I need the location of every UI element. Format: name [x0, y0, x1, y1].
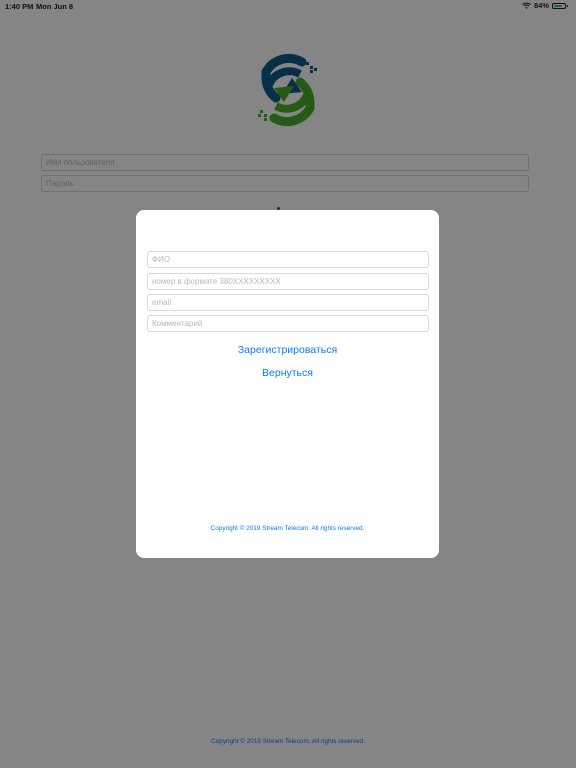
phone-field[interactable] [147, 273, 429, 290]
modal-footer-copyright: Copyright © 2019 Stream Telecom. All rig… [210, 525, 365, 532]
comment-field[interactable] [147, 315, 429, 332]
register-button[interactable]: Зарегистрироваться [136, 344, 439, 356]
email-field[interactable] [147, 294, 429, 311]
registration-modal: Зарегистрироваться Вернуться Copyright ©… [136, 210, 439, 558]
full-name-field[interactable] [147, 251, 429, 268]
back-button[interactable]: Вернуться [136, 367, 439, 379]
